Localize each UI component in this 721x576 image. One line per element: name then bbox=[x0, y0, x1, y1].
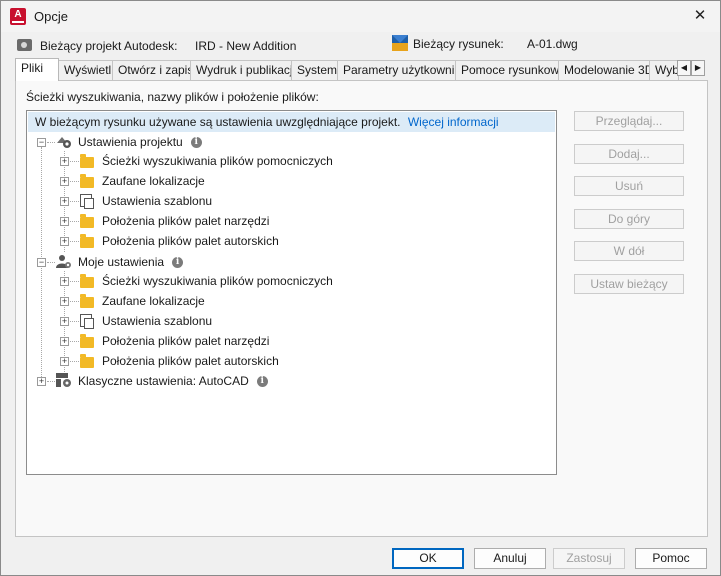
tree-group-label[interactable]: Moje ustawienia i bbox=[78, 252, 184, 272]
tree-item-trusted-locations[interactable]: Zaufane lokalizacje bbox=[102, 171, 205, 191]
autocad-logo-icon: A bbox=[10, 8, 26, 25]
project-folder-icon bbox=[17, 39, 32, 51]
folder-icon bbox=[80, 214, 94, 228]
cancel-button[interactable]: Anuluj bbox=[474, 548, 546, 569]
expand-icon[interactable]: + bbox=[60, 357, 69, 366]
title-bar: A Opcje ✕ bbox=[1, 1, 720, 32]
more-info-link[interactable]: Więcej informacji bbox=[408, 115, 499, 129]
tree-item-support-paths[interactable]: Ścieżki wyszukiwania plików pomocniczych bbox=[102, 271, 333, 291]
expand-icon[interactable]: + bbox=[60, 317, 69, 326]
tab-scroll-left-icon[interactable]: ◀ bbox=[677, 60, 691, 76]
remove-button[interactable]: Usuń bbox=[574, 176, 684, 196]
ok-button[interactable]: OK bbox=[392, 548, 464, 569]
project-settings-icon bbox=[57, 137, 71, 148]
template-settings-icon bbox=[80, 194, 94, 209]
tree-item-template-settings[interactable]: Ustawienia szablonu bbox=[102, 311, 212, 331]
info-icon[interactable]: i bbox=[190, 137, 202, 149]
tab-files[interactable]: Pliki bbox=[15, 58, 59, 81]
help-button[interactable]: Pomoc bbox=[635, 548, 707, 569]
info-icon[interactable]: i bbox=[172, 257, 184, 269]
expand-classic-settings-icon[interactable]: + bbox=[37, 377, 46, 386]
tree-item-template-settings[interactable]: Ustawienia szablonu bbox=[102, 191, 212, 211]
tree-item-authoring-palettes[interactable]: Położenia plików palet autorskich bbox=[102, 351, 279, 371]
tab-3d-modeling[interactable]: Modelowanie 3D bbox=[558, 60, 650, 80]
project-settings-banner: W bieżącym rysunku używane są ustawienia… bbox=[28, 112, 555, 132]
banner-text: W bieżącym rysunku używane są ustawienia… bbox=[35, 115, 401, 129]
expand-icon[interactable]: + bbox=[60, 197, 69, 206]
tab-drafting[interactable]: Pomoce rysunkowe bbox=[455, 60, 559, 80]
info-icon[interactable]: i bbox=[256, 376, 268, 388]
apply-button[interactable]: Zastosuj bbox=[553, 548, 625, 569]
expand-icon[interactable]: + bbox=[60, 277, 69, 286]
tree-group-label[interactable]: Klasyczne ustawienia: AutoCAD i bbox=[78, 371, 268, 391]
search-paths-tree[interactable]: W bieżącym rysunku używane są ustawienia… bbox=[26, 110, 557, 475]
tree-item-trusted-locations[interactable]: Zaufane lokalizacje bbox=[102, 291, 205, 311]
close-button[interactable]: ✕ bbox=[685, 5, 715, 29]
move-down-button[interactable]: W dół bbox=[574, 241, 684, 261]
options-dialog: A Opcje ✕ Bieżący projekt Autodesk: IRD … bbox=[0, 0, 721, 576]
expand-icon[interactable]: + bbox=[60, 217, 69, 226]
expand-icon[interactable]: + bbox=[60, 157, 69, 166]
expand-icon[interactable]: + bbox=[60, 337, 69, 346]
folder-icon bbox=[80, 234, 94, 248]
user-settings-icon bbox=[56, 255, 71, 268]
folder-icon bbox=[80, 294, 94, 308]
drawing-label: Bieżący rysunek: bbox=[413, 37, 504, 51]
tab-user-preferences[interactable]: Parametry użytkownika bbox=[337, 60, 456, 80]
drawing-value: A-01.dwg bbox=[527, 37, 578, 51]
tree-item-tool-palettes[interactable]: Położenia plików palet narzędzi bbox=[102, 211, 269, 231]
project-label: Bieżący projekt Autodesk: bbox=[40, 39, 178, 53]
tree-item-support-paths[interactable]: Ścieżki wyszukiwania plików pomocniczych bbox=[102, 151, 333, 171]
tab-scroll-right-icon[interactable]: ▶ bbox=[691, 60, 705, 76]
set-current-button[interactable]: Ustaw bieżący bbox=[574, 274, 684, 294]
add-button[interactable]: Dodaj... bbox=[574, 144, 684, 164]
tab-plot-publish[interactable]: Wydruk i publikacja bbox=[190, 60, 292, 80]
expand-icon[interactable]: + bbox=[60, 177, 69, 186]
tab-strip: Pliki Wyświetl Otwórz i zapisz Wydruk i … bbox=[15, 58, 707, 81]
folder-icon bbox=[80, 174, 94, 188]
expand-icon[interactable]: + bbox=[60, 297, 69, 306]
classic-settings-icon bbox=[56, 373, 71, 387]
tree-item-authoring-palettes[interactable]: Położenia plików palet autorskich bbox=[102, 231, 279, 251]
template-settings-icon bbox=[80, 314, 94, 329]
collapse-project-settings-icon[interactable]: − bbox=[37, 138, 46, 147]
folder-icon bbox=[80, 274, 94, 288]
folder-icon bbox=[80, 154, 94, 168]
tab-display[interactable]: Wyświetl bbox=[58, 60, 113, 80]
expand-icon[interactable]: + bbox=[60, 237, 69, 246]
search-paths-label: Ścieżki wyszukiwania, nazwy plików i poł… bbox=[26, 90, 319, 104]
tab-system[interactable]: System bbox=[291, 60, 338, 80]
collapse-my-settings-icon[interactable]: − bbox=[37, 258, 46, 267]
folder-icon bbox=[80, 334, 94, 348]
tree-item-tool-palettes[interactable]: Położenia plików palet narzędzi bbox=[102, 331, 269, 351]
tab-open-save[interactable]: Otwórz i zapisz bbox=[112, 60, 191, 80]
drawing-file-icon bbox=[392, 35, 408, 51]
folder-icon bbox=[80, 354, 94, 368]
browse-button[interactable]: Przeglądaj... bbox=[574, 111, 684, 131]
tab-selection[interactable]: Wybór bbox=[649, 60, 679, 80]
tree-group-label[interactable]: Ustawienia projektu i bbox=[78, 132, 202, 152]
project-value: IRD - New Addition bbox=[195, 39, 297, 53]
move-up-button[interactable]: Do góry bbox=[574, 209, 684, 229]
window-title: Opcje bbox=[34, 9, 68, 24]
